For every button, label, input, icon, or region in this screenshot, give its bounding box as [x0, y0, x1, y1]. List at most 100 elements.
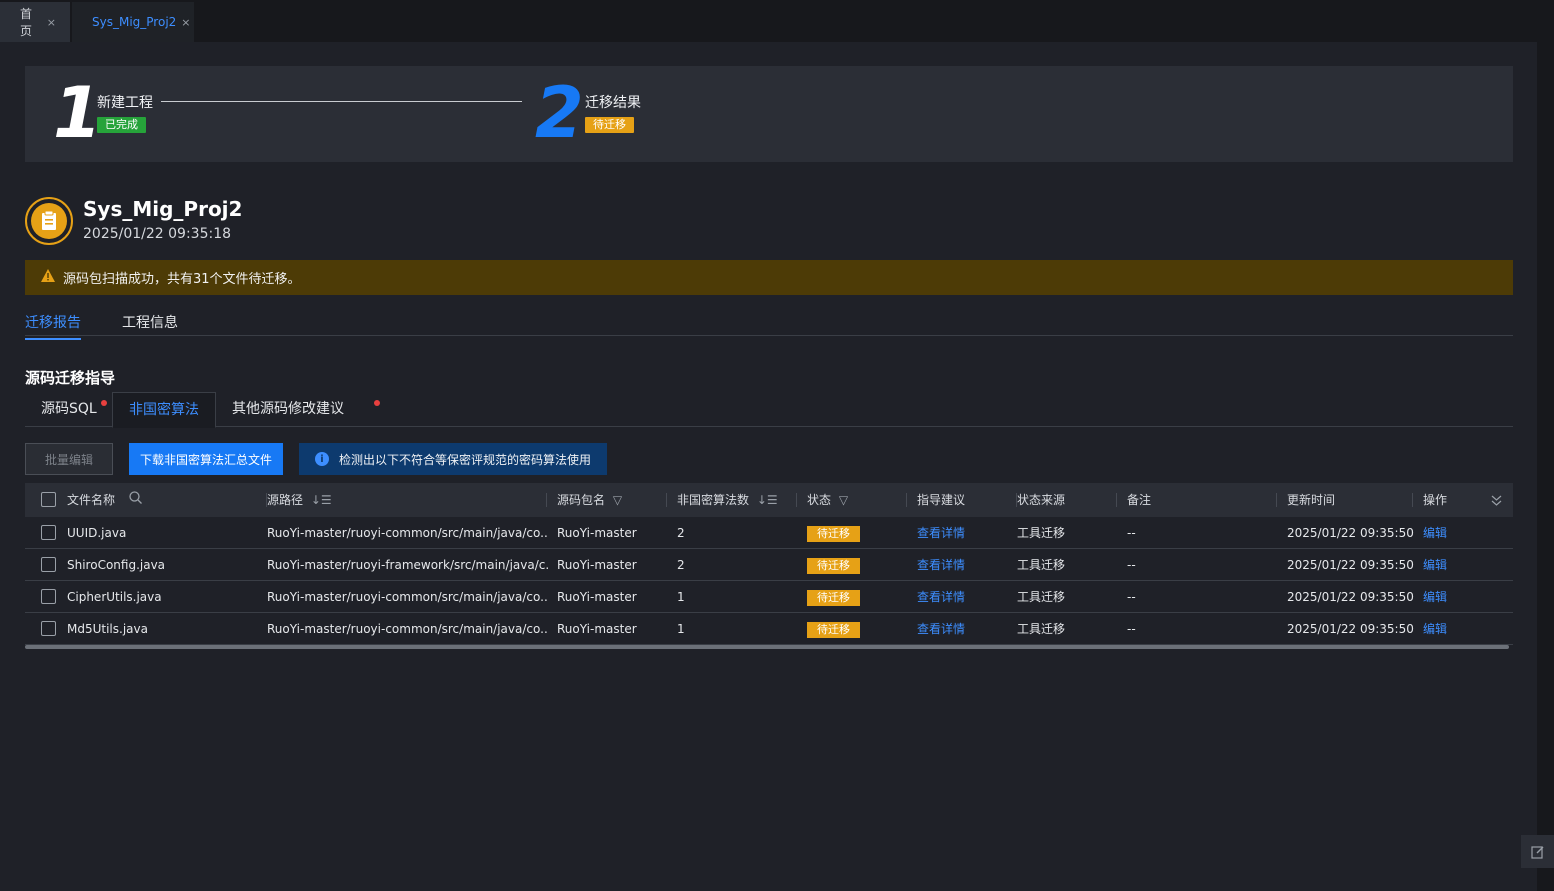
header-label: 状态来源 — [1017, 493, 1066, 507]
header-remark: 备注 — [1127, 483, 1277, 517]
header-label: 源码包名 — [557, 493, 606, 507]
download-summary-button[interactable]: 下载非国密算法汇总文件 — [129, 443, 283, 475]
header-label: 源路径 — [267, 493, 304, 507]
alert-text: 源码包扫描成功，共有31个文件待迁移。 — [63, 272, 301, 287]
horizontal-scrollbar[interactable] — [25, 645, 1509, 649]
step-title-1: 新建工程 — [97, 95, 153, 111]
cell-filename: CipherUtils.java — [67, 590, 162, 604]
cell-package: RuoYi-master — [557, 622, 637, 636]
cell-source: 工具迁移 — [1017, 622, 1066, 636]
table-body: UUID.java RuoYi-master/ruoyi-common/src/… — [25, 517, 1513, 645]
select-all-checkbox[interactable] — [41, 492, 56, 507]
vertical-scrollbar[interactable] — [1537, 42, 1554, 891]
edit-link[interactable]: 编辑 — [1423, 613, 1473, 645]
status-badge: 待迁移 — [807, 558, 860, 574]
sort-icon[interactable]: ↓☰ — [757, 483, 778, 517]
step-status-badge-2: 待迁移 — [585, 117, 634, 133]
cell-remark: -- — [1127, 590, 1136, 604]
edit-link[interactable]: 编辑 — [1423, 581, 1473, 613]
column-divider — [666, 493, 667, 507]
table-row[interactable]: Md5Utils.java RuoYi-master/ruoyi-common/… — [25, 613, 1513, 645]
project-avatar — [25, 197, 73, 245]
files-table: 文件名称 源路径 ↓☰ 源码包名 ▽ 非国密算法数 ↓☰ 状态 ▽ 指导建议 状… — [25, 483, 1513, 645]
cell-source: 工具迁移 — [1017, 558, 1066, 572]
filter-icon[interactable]: ▽ — [839, 483, 848, 517]
close-icon[interactable]: × — [47, 16, 56, 29]
header-label: 备注 — [1127, 493, 1152, 507]
status-badge: 待迁移 — [807, 622, 860, 638]
header-label: 指导建议 — [917, 493, 966, 507]
table-row[interactable]: ShiroConfig.java RuoYi-master/ruoyi-fram… — [25, 549, 1513, 581]
table-header: 文件名称 源路径 ↓☰ 源码包名 ▽ 非国密算法数 ↓☰ 状态 ▽ 指导建议 状… — [25, 483, 1513, 517]
header-source: 状态来源 — [1017, 483, 1117, 517]
cell-remark: -- — [1127, 622, 1136, 636]
project-time: 2025/01/22 09:35:18 — [83, 226, 232, 242]
sub-tabs: 源码SQL 非国密算法 其他源码修改建议 — [25, 392, 1513, 428]
subtab-source-sql[interactable]: 源码SQL — [25, 392, 113, 427]
cell-path: RuoYi-master/ruoyi-common/src/main/java/… — [267, 590, 549, 604]
cell-remark: -- — [1127, 526, 1136, 540]
tab-home[interactable]: 首页 × — [0, 2, 70, 42]
view-details-link[interactable]: 查看详情 — [917, 549, 1007, 581]
view-details-link[interactable]: 查看详情 — [917, 613, 1007, 645]
cell-status: 待迁移 — [807, 549, 907, 581]
subtab-label: 源码SQL — [41, 401, 97, 417]
tab-home-label: 首页 — [20, 7, 33, 38]
cell-filename: UUID.java — [67, 526, 127, 540]
column-divider — [796, 493, 797, 507]
row-checkbox[interactable] — [41, 525, 56, 540]
header-path: 源路径 ↓☰ — [267, 483, 547, 517]
cell-source: 工具迁移 — [1017, 526, 1066, 540]
tab-project-label: Sys_Mig_Proj2 — [92, 15, 177, 29]
table-row[interactable]: UUID.java RuoYi-master/ruoyi-common/src/… — [25, 517, 1513, 549]
tab-project[interactable]: Sys_Mig_Proj2 × — [72, 2, 194, 42]
cell-status: 待迁移 — [807, 613, 907, 645]
close-icon[interactable]: × — [181, 16, 190, 29]
status-badge: 待迁移 — [807, 526, 860, 542]
filter-icon[interactable]: ▽ — [613, 483, 622, 517]
tab-migration-report[interactable]: 迁移报告 — [25, 312, 81, 340]
column-divider — [1116, 493, 1117, 507]
row-checkbox[interactable] — [41, 621, 56, 636]
edit-note-icon[interactable] — [1521, 835, 1554, 868]
cell-package: RuoYi-master — [557, 526, 637, 540]
search-icon[interactable] — [129, 483, 142, 517]
main-panel: 1 新建工程 已完成 2 迁移结果 待迁移 Sys_Mig_Proj2 2025… — [0, 42, 1537, 891]
step-connector — [161, 101, 522, 102]
step-number-1: 1 — [53, 72, 102, 154]
header-count: 非国密算法数 ↓☰ — [677, 483, 797, 517]
warning-icon — [41, 269, 55, 286]
cell-status: 待迁移 — [807, 517, 907, 549]
subtab-label: 其他源码修改建议 — [232, 401, 344, 417]
expand-columns-icon[interactable] — [1491, 483, 1507, 517]
header-advice: 指导建议 — [917, 483, 1017, 517]
header-label: 文件名称 — [67, 493, 116, 507]
top-tab-bar: 首页 × Sys_Mig_Proj2 × — [0, 0, 1554, 42]
view-details-link[interactable]: 查看详情 — [917, 517, 1007, 549]
cell-filename: ShiroConfig.java — [67, 558, 166, 572]
column-divider — [1276, 493, 1277, 507]
edit-link[interactable]: 编辑 — [1423, 517, 1473, 549]
cell-updated: 2025/01/22 09:35:50 — [1287, 558, 1414, 572]
header-action: 操作 — [1423, 483, 1483, 517]
cell-updated: 2025/01/22 09:35:50 — [1287, 622, 1414, 636]
cell-status: 待迁移 — [807, 581, 907, 613]
header-package: 源码包名 ▽ — [557, 483, 667, 517]
cell-path: RuoYi-master/ruoyi-common/src/main/java/… — [267, 526, 549, 540]
status-badge: 待迁移 — [807, 590, 860, 606]
sort-icon[interactable]: ↓☰ — [311, 483, 332, 517]
row-checkbox[interactable] — [41, 589, 56, 604]
row-checkbox[interactable] — [41, 557, 56, 572]
view-details-link[interactable]: 查看详情 — [917, 581, 1007, 613]
edit-link[interactable]: 编辑 — [1423, 549, 1473, 581]
cell-count: 2 — [677, 526, 685, 540]
info-text: 检测出以下不符合等保密评规范的密码算法使用 — [339, 452, 592, 467]
table-row[interactable]: CipherUtils.java RuoYi-master/ruoyi-comm… — [25, 581, 1513, 613]
tab-project-info[interactable]: 工程信息 — [122, 312, 178, 332]
info-icon: i — [315, 452, 329, 466]
cell-count: 1 — [677, 622, 685, 636]
subtab-other-suggestions[interactable]: 其他源码修改建议 — [216, 392, 380, 427]
batch-edit-button[interactable]: 批量编辑 — [25, 443, 113, 475]
cell-updated: 2025/01/22 09:35:50 — [1287, 526, 1414, 540]
subtab-non-national-crypto[interactable]: 非国密算法 — [112, 392, 216, 428]
